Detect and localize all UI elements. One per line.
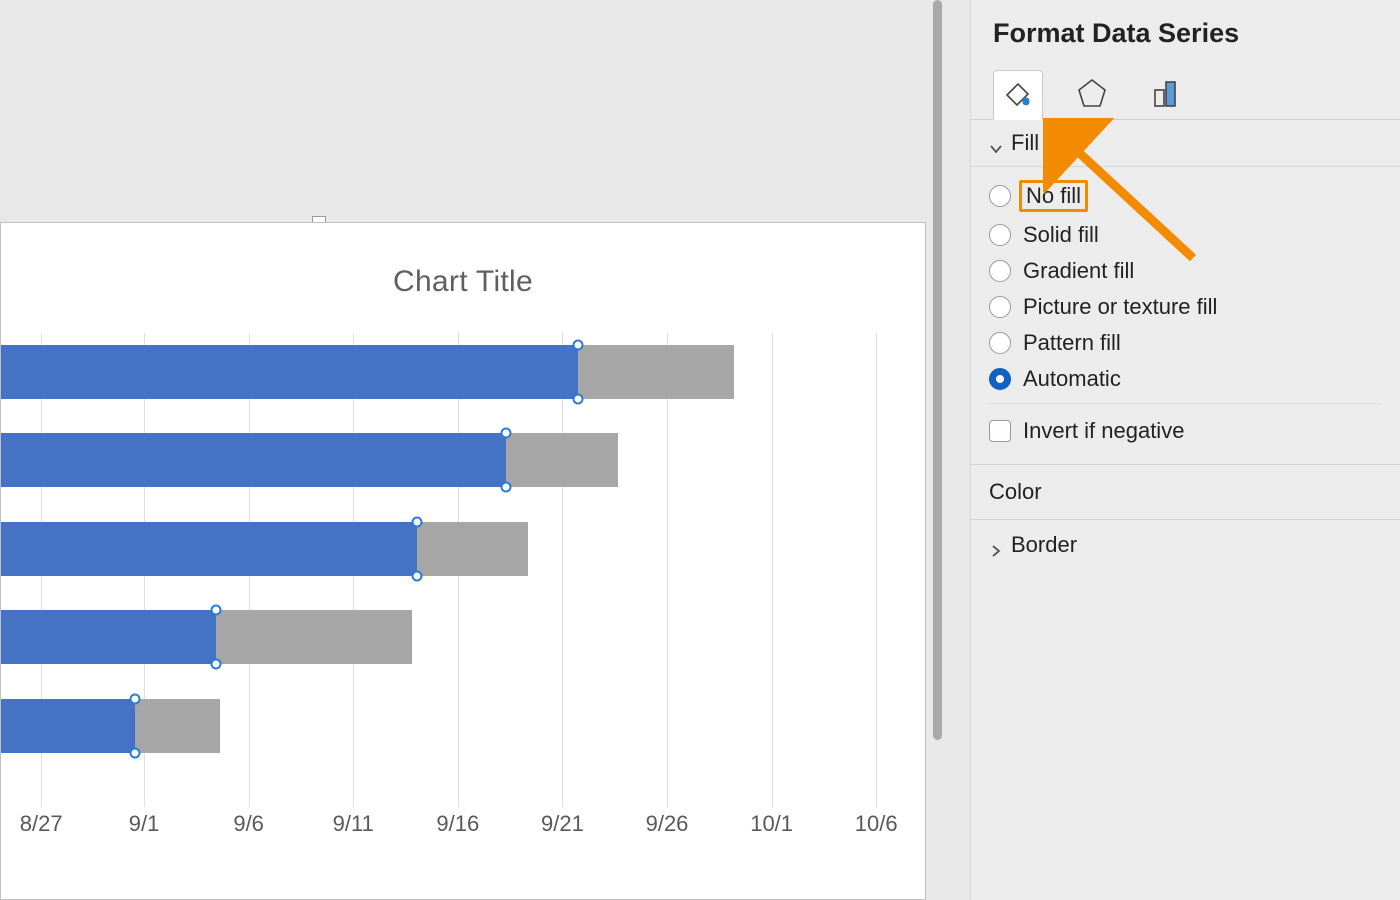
selection-handle-icon[interactable] <box>501 482 512 493</box>
bar-row[interactable] <box>1 522 895 576</box>
section-fill-header[interactable]: Fill <box>971 120 1400 167</box>
vertical-scrollbar[interactable] <box>931 0 944 740</box>
format-data-series-pane: Format Data Series <box>970 0 1400 900</box>
embedded-chart[interactable]: Chart Title 8/27 9/1 9/6 9/11 9/16 9/21 9/26 10… <box>0 222 926 900</box>
radio-gradient-fill[interactable]: Gradient fill <box>989 253 1382 289</box>
plot-area[interactable] <box>1 333 895 799</box>
x-tick-label: 10/1 <box>750 811 793 837</box>
chart-canvas[interactable]: Chart Title 8/27 9/1 9/6 9/11 9/16 9/21 9/26 10… <box>0 0 944 900</box>
radio-icon <box>989 368 1011 390</box>
bar-chart-icon <box>1149 76 1183 113</box>
radio-icon <box>989 296 1011 318</box>
selection-handle-icon[interactable] <box>210 605 221 616</box>
bar-segment-series2[interactable] <box>506 433 618 487</box>
selection-handle-icon[interactable] <box>411 570 422 581</box>
radio-automatic[interactable]: Automatic <box>989 361 1382 397</box>
bar-segment-series1[interactable] <box>1 610 216 664</box>
x-tick-label: 9/26 <box>646 811 689 837</box>
pentagon-icon <box>1075 76 1109 113</box>
radio-icon <box>989 332 1011 354</box>
bar-segment-series2[interactable] <box>417 522 529 576</box>
x-tick-label: 9/21 <box>541 811 584 837</box>
bar-segment-series1[interactable] <box>1 345 578 399</box>
radio-gradient-fill-label: Gradient fill <box>1023 258 1134 284</box>
fill-color-label: Color <box>989 479 1042 504</box>
selection-handle-icon[interactable] <box>411 516 422 527</box>
tab-effects[interactable] <box>1067 69 1117 119</box>
pane-title: Format Data Series <box>971 0 1400 61</box>
section-border-header[interactable]: Border <box>971 520 1400 570</box>
x-tick-label: 9/6 <box>233 811 264 837</box>
section-fill-label: Fill <box>1011 130 1039 156</box>
chevron-right-icon <box>989 538 1003 552</box>
x-tick-label: 9/16 <box>436 811 479 837</box>
fill-color-row[interactable]: Color <box>971 465 1400 520</box>
checkbox-invert-label: Invert if negative <box>1023 418 1184 444</box>
radio-picture-fill-label: Picture or texture fill <box>1023 294 1217 320</box>
x-axis[interactable]: 8/27 9/1 9/6 9/11 9/16 9/21 9/26 10/1 10/6 <box>1 811 895 841</box>
bar-row[interactable] <box>1 610 895 664</box>
tab-series-options[interactable] <box>1141 69 1191 119</box>
radio-no-fill-label: No fill <box>1026 183 1081 208</box>
bar-row[interactable] <box>1 433 895 487</box>
radio-pattern-fill[interactable]: Pattern fill <box>989 325 1382 361</box>
selection-handle-icon[interactable] <box>130 747 141 758</box>
bars-container <box>1 333 895 799</box>
chart-title[interactable]: Chart Title <box>1 265 925 299</box>
selection-handle-icon[interactable] <box>501 428 512 439</box>
bar-segment-series1[interactable] <box>1 522 417 576</box>
radio-icon <box>989 224 1011 246</box>
tab-fill-and-line[interactable] <box>993 70 1043 120</box>
selection-handle-icon[interactable] <box>572 339 583 350</box>
fill-options-body: No fill Solid fill Gradient fill Picture… <box>971 167 1400 465</box>
section-border-label: Border <box>1011 532 1077 558</box>
bar-row[interactable] <box>1 345 895 399</box>
paint-bucket-icon <box>1001 77 1035 114</box>
pane-tab-row <box>971 61 1400 119</box>
radio-icon <box>989 185 1011 207</box>
pane-gutter <box>944 0 970 900</box>
bar-row[interactable] <box>1 699 895 753</box>
scrollbar-thumb[interactable] <box>933 0 942 740</box>
radio-no-fill[interactable]: No fill <box>989 175 1382 217</box>
radio-solid-fill[interactable]: Solid fill <box>989 217 1382 253</box>
bar-segment-series1[interactable] <box>1 433 506 487</box>
checkbox-invert-if-negative[interactable]: Invert if negative <box>989 403 1382 448</box>
x-tick-label: 9/1 <box>129 811 160 837</box>
selection-handle-icon[interactable] <box>572 393 583 404</box>
bar-segment-series2[interactable] <box>216 610 413 664</box>
chevron-down-icon <box>989 136 1003 150</box>
bar-segment-series1[interactable] <box>1 699 135 753</box>
radio-pattern-fill-label: Pattern fill <box>1023 330 1121 356</box>
radio-automatic-label: Automatic <box>1023 366 1121 392</box>
radio-picture-fill[interactable]: Picture or texture fill <box>989 289 1382 325</box>
x-tick-label: 10/6 <box>855 811 898 837</box>
checkbox-icon <box>989 420 1011 442</box>
x-tick-label: 9/11 <box>333 811 374 837</box>
bar-segment-series2[interactable] <box>578 345 734 399</box>
x-tick-label: 8/27 <box>20 811 63 837</box>
selection-handle-icon[interactable] <box>210 659 221 670</box>
radio-solid-fill-label: Solid fill <box>1023 222 1099 248</box>
selection-handle-icon[interactable] <box>130 693 141 704</box>
annotation-highlight: No fill <box>1019 180 1088 212</box>
radio-icon <box>989 260 1011 282</box>
bar-segment-series2[interactable] <box>135 699 220 753</box>
